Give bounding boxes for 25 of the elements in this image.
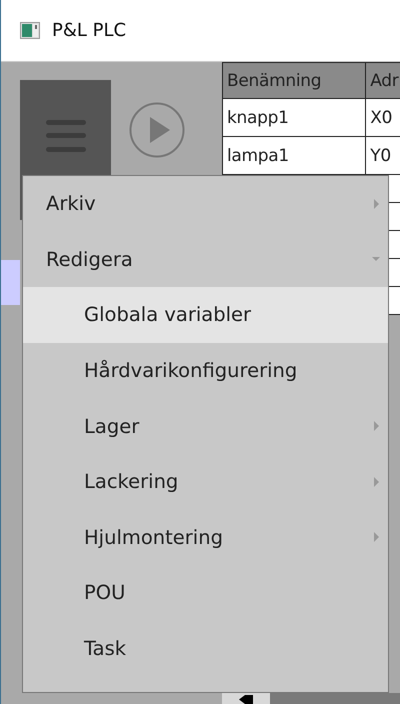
menu-item[interactable]: Lager bbox=[23, 398, 388, 454]
table-cell: Y0 bbox=[366, 136, 400, 174]
menu-item[interactable]: POU bbox=[23, 565, 388, 621]
table-cell: lampa1 bbox=[222, 136, 366, 174]
menu-item[interactable]: Hårdvarikonfigurering bbox=[23, 342, 388, 398]
app-icon bbox=[20, 22, 40, 39]
chevron-right-icon bbox=[372, 531, 380, 544]
window-title: P&L PLC bbox=[52, 20, 126, 41]
menu-item[interactable]: Lackering bbox=[23, 454, 388, 510]
chevron-right-icon bbox=[372, 420, 380, 432]
chevron-right-icon bbox=[372, 198, 380, 210]
menu-item[interactable]: Hjulmontering bbox=[23, 510, 388, 566]
table-cell: knapp1 bbox=[222, 98, 366, 136]
scroll-left-button[interactable] bbox=[222, 693, 270, 704]
chevron-right-icon bbox=[372, 476, 380, 488]
menu-item[interactable]: Redigera bbox=[23, 232, 388, 288]
column-header: Benämning bbox=[222, 62, 366, 98]
column-header: Adr bbox=[366, 62, 400, 98]
table-cell: X0 bbox=[366, 98, 400, 136]
arrow-left-icon bbox=[239, 695, 253, 704]
list-highlight bbox=[1, 260, 20, 305]
menu-item[interactable]: Arkiv bbox=[23, 176, 388, 232]
menu-item[interactable]: Task bbox=[23, 620, 388, 676]
menu-icon bbox=[46, 120, 86, 152]
menu-item[interactable]: Globala variabler bbox=[23, 287, 388, 343]
